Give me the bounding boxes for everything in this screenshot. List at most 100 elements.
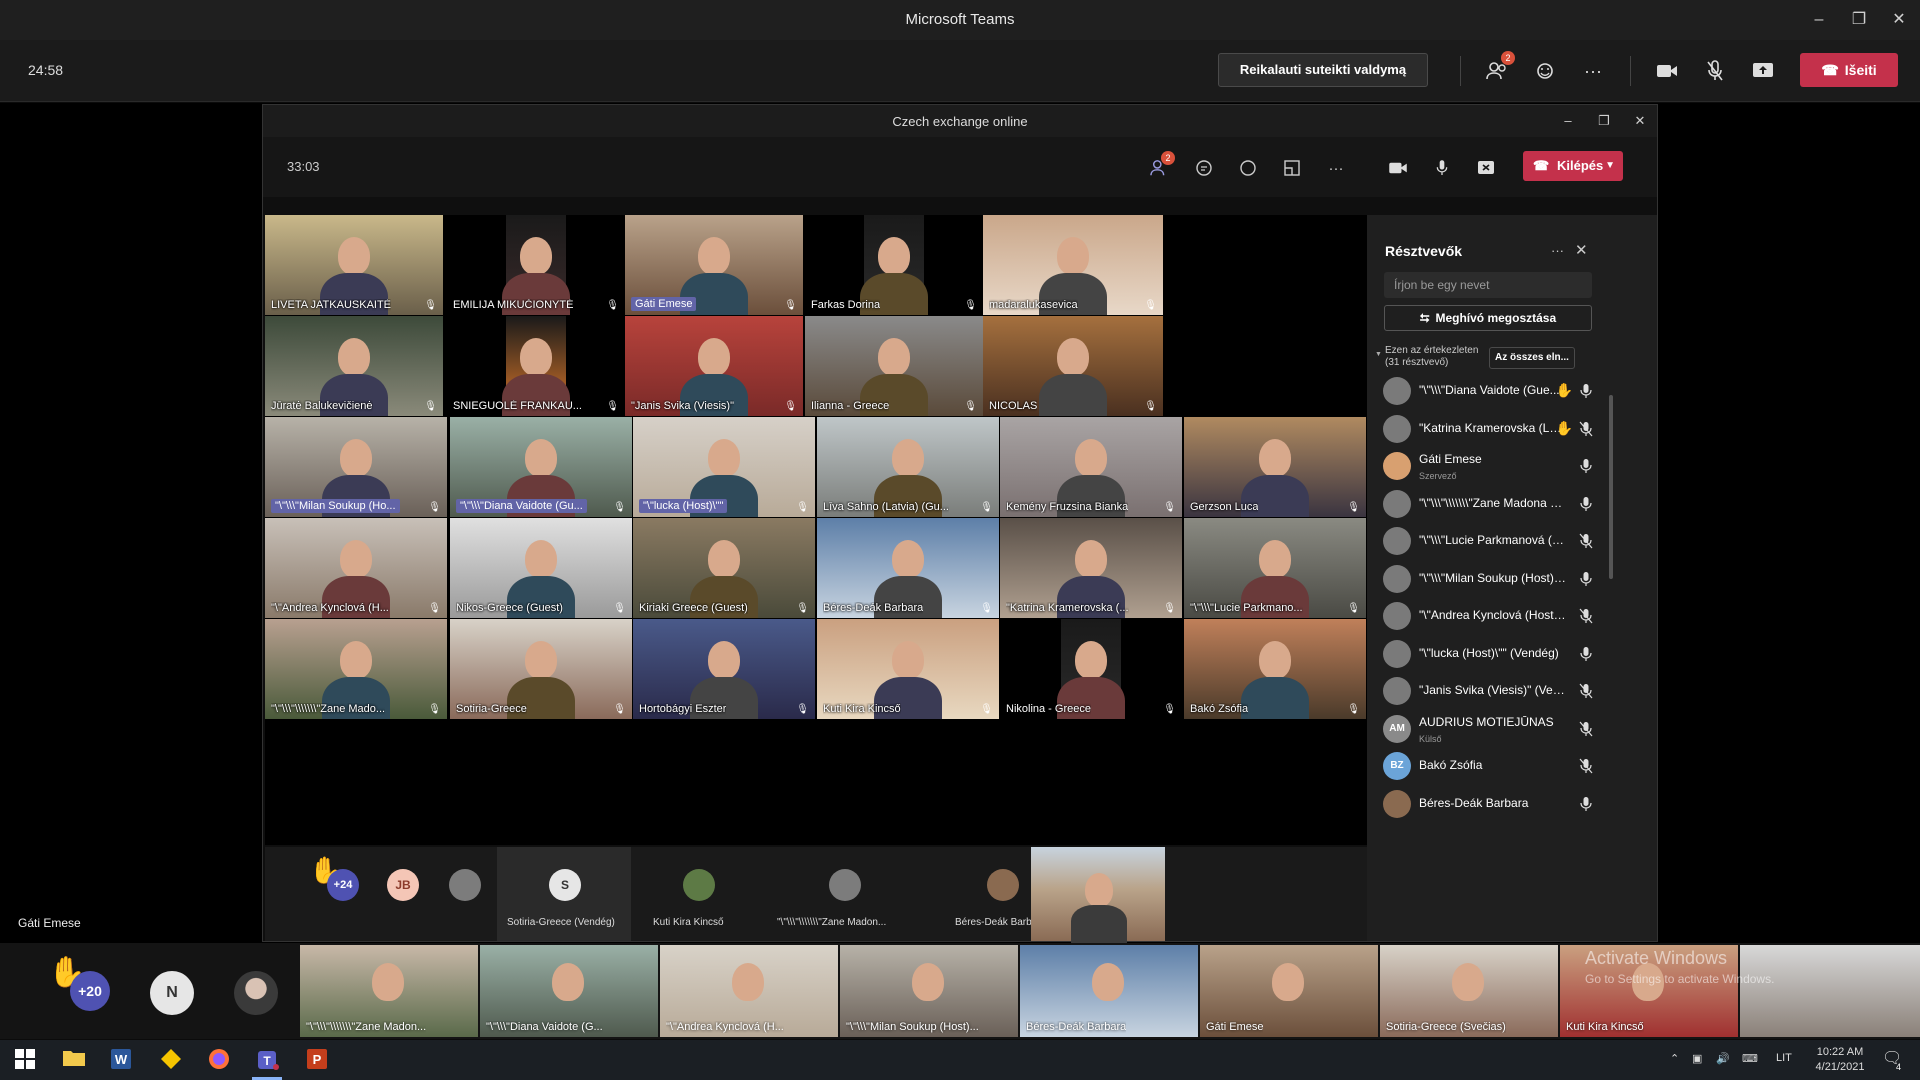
participant-video-tile: madaralukasevica 🎙 (983, 215, 1163, 315)
more-options-icon[interactable]: ··· (1577, 55, 1609, 87)
participant-avatar (1383, 677, 1411, 705)
inner-restore-icon: ❐ (1598, 113, 1610, 128)
participant-name: "\"Andrea Kynclová (Host)\"" (... (1419, 608, 1567, 622)
teams-app: Microsoft Teams – ❐ ✕ 24:58 Reikalauti s… (0, 0, 1920, 1080)
inner-mic-icon (1429, 155, 1455, 181)
participant-face (1075, 540, 1107, 578)
participant-avatar (1383, 789, 1411, 818)
participant-list-item: "\"lucka (Host)\"" (Vendég) (1383, 636, 1593, 672)
participant-face (708, 439, 740, 477)
participant-strip-video[interactable]: "\"\\\"Milan Soukup (Host)... (840, 945, 1018, 1037)
mic-icon (1580, 459, 1592, 473)
participant-face (698, 338, 730, 376)
request-control-button[interactable]: Reikalauti suteikti valdymą (1218, 53, 1428, 87)
network-icon[interactable]: ▣ (1692, 1052, 1702, 1065)
participant-video-tile: Bakó Zsófia 🎙 (1184, 619, 1366, 719)
participant-face (525, 540, 557, 578)
avatar-jb: JB (387, 869, 419, 901)
windows-start-icon[interactable] (14, 1048, 38, 1072)
participant-strip-video[interactable]: Gáti Emese (1200, 945, 1378, 1037)
mic-muted-icon (1579, 721, 1593, 736)
leave-button[interactable]: ☎ Išeiti (1800, 53, 1898, 87)
participant-name-label: Līva Sahno (Latvia) (Gu... (823, 501, 949, 513)
participant-face (892, 641, 924, 679)
raised-hands-count[interactable]: +20 (70, 971, 110, 1011)
participant-face (525, 439, 557, 477)
participant-search-input: Írjon be egy nevet (1384, 272, 1592, 298)
mic-icon (1580, 496, 1592, 511)
mic-muted-icon (1579, 683, 1593, 699)
inner-leave-label: Kilépés (1557, 158, 1604, 173)
participant-name-label: Bakó Zsófia (1190, 703, 1249, 715)
participant-strip-video[interactable]: "\"\\\"Diana Vaidote (G... (480, 945, 658, 1037)
participant-video-tile: EMILIJA MIKUČIONYTĖ 🎙 (447, 215, 625, 315)
participant-face (1057, 338, 1089, 376)
participant-strip-video[interactable]: "\"\\\"\\\\\\\"Zane Madon... (300, 945, 478, 1037)
firefox-icon[interactable] (208, 1048, 232, 1072)
mic-icon: 🎙 (1347, 603, 1360, 614)
participant-video-tile: "\"\\\"\\\\\\\"Zane Mado... 🎙 (265, 619, 447, 719)
mic-icon: 🎙 (1144, 401, 1157, 412)
mic-muted-icon[interactable] (1699, 55, 1731, 87)
restore-icon[interactable]: ❐ (1844, 8, 1874, 32)
minimize-icon[interactable]: – (1804, 8, 1834, 32)
mic-icon: 🎙 (796, 502, 809, 513)
participant-name: Gáti Emese (1419, 452, 1482, 466)
participant-face (732, 963, 764, 1001)
clock-date: 4/21/2021 (1815, 1061, 1865, 1073)
phone-hangup-icon: ☎ (1821, 62, 1839, 78)
mute-all-button: Az összes eln... (1489, 347, 1575, 369)
video-grid: LIVETA JATKAUSKAITĖ 🎙 EMILIJA MIKUČIONYTĖ 🎙… (265, 215, 1367, 845)
volume-icon[interactable]: 🔊 (1716, 1052, 1730, 1065)
share-screen-icon[interactable] (1747, 55, 1779, 87)
participant-body (1241, 677, 1309, 719)
teams-taskbar-icon[interactable]: T (256, 1048, 280, 1072)
avatar-s: S (549, 869, 581, 901)
reactions-icon[interactable] (1529, 55, 1561, 87)
avatar-n[interactable]: N (150, 971, 194, 1015)
close-icon[interactable]: ✕ (1884, 8, 1914, 32)
participant-name: "\"lucka (Host)\"" (Vendég) (1419, 645, 1559, 660)
keyboard-icon[interactable]: ⌨ (1742, 1052, 1758, 1065)
participant-name-label: NICOLAS (989, 400, 1038, 412)
inner-window-title: Czech exchange online (892, 114, 1028, 129)
participant-video-tile: Sotiria-Greece 🎙 (450, 619, 632, 719)
participant-list-item: "\"\\\"Diana Vaidote (Gue... ✋ (1383, 373, 1593, 409)
participant-name: "Janis Svika (Viesis)" (Vendég) (1419, 683, 1567, 697)
section-chevron-icon: ▼ (1375, 351, 1382, 358)
participant-video-tile: Kemény Fruzsina Bianka 🎙 (1000, 417, 1182, 517)
toolbar-divider (1630, 56, 1631, 86)
avatar-photo[interactable] (234, 971, 278, 1015)
participant-video-tile: Farkas Dorina 🎙 (805, 215, 983, 315)
participants-icon[interactable]: 2 (1481, 51, 1515, 87)
participant-name: "Katrina Kramerovska (Lat... (1419, 420, 1567, 435)
file-explorer-icon[interactable] (62, 1048, 86, 1072)
participant-name-label: Jūratė Balukevičienė (271, 400, 373, 412)
participant-name-label: Farkas Dorina (811, 299, 881, 311)
participant-strip-video[interactable]: Béres-Deák Barbara (1020, 945, 1198, 1037)
participant-strip-video[interactable]: "\"Andrea Kynclová (H... (660, 945, 838, 1037)
participant-video-tile: "\"\\\"Milan Soukup (Ho... 🎙 (265, 417, 447, 517)
window-title: Microsoft Teams (905, 11, 1015, 28)
participant-video-tile: "\"\\\"Lucie Parkmano... 🎙 (1184, 518, 1366, 618)
participant-name: "\"\\\"Diana Vaidote (Gue... (1419, 383, 1560, 397)
participant-video-tile: "\"\\\"Diana Vaidote (Gu... 🎙 (450, 417, 632, 517)
word-icon[interactable]: W (110, 1048, 134, 1072)
participant-strip-video[interactable]: Sotiria-Greece (Svečias) (1380, 945, 1558, 1037)
app-diamond-icon[interactable] (160, 1048, 184, 1072)
participant-face (338, 338, 370, 376)
inner-strip-cell-zane: "\"\\\"\\\\\\\"Zane Madon... (765, 847, 935, 941)
camera-icon[interactable] (1651, 55, 1683, 87)
participant-face (520, 338, 552, 376)
participant-name-label: "\"\\\"Diana Vaidote (G... (486, 1021, 603, 1033)
participant-list-item: "\"\\\"Milan Soukup (Host)\\... (1383, 561, 1593, 597)
participant-face (1259, 641, 1291, 679)
participant-name: "\"\\\"\\\\\\\"Zane Madona St... (1419, 495, 1567, 510)
powerpoint-icon[interactable]: P (306, 1048, 330, 1072)
svg-text:P: P (313, 1052, 322, 1067)
tray-chevron-icon[interactable]: ⌃ (1670, 1052, 1679, 1065)
input-language[interactable]: LIT (1776, 1052, 1792, 1064)
participant-face (340, 439, 372, 477)
mic-icon: 🎙 (613, 502, 626, 513)
clock[interactable]: 10:22 AM 4/21/2021 (1810, 1045, 1870, 1075)
